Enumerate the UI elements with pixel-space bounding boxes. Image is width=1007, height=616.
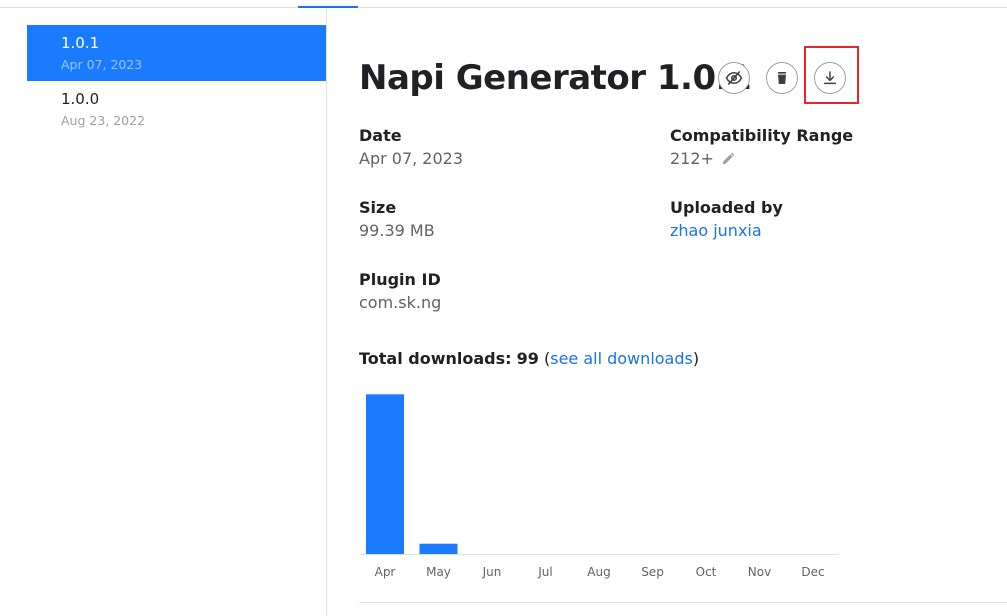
uploaded-by-label: Uploaded by bbox=[670, 198, 783, 217]
plugin-id-label: Plugin ID bbox=[359, 270, 441, 289]
version-sidebar: 1.0.1 Apr 07, 2023 1.0.0 Aug 23, 2022 bbox=[0, 8, 327, 616]
page-title: Napi Generator 1.0.1 bbox=[359, 58, 752, 98]
version-number: 1.0.1 bbox=[61, 34, 100, 52]
chart-bar-apr[interactable] bbox=[366, 394, 404, 554]
chart-tick-label-may: May bbox=[426, 565, 451, 579]
compatibility-range-value: 212+ bbox=[670, 149, 714, 168]
version-item-1-0-1[interactable]: 1.0.1 Apr 07, 2023 bbox=[27, 25, 326, 81]
downloads-bar-chart: Apr May Jun Jul Aug Sep Oct Nov Dec bbox=[359, 394, 839, 579]
chart-tick-label-oct: Oct bbox=[696, 565, 717, 579]
date-value: Apr 07, 2023 bbox=[359, 149, 464, 168]
chart-tick-label-jun: Jun bbox=[482, 565, 502, 579]
trash-icon bbox=[778, 72, 786, 84]
chart-tick-label-jul: Jul bbox=[537, 565, 552, 579]
bottom-divider bbox=[359, 602, 1007, 603]
chart-tick-label-apr: Apr bbox=[375, 565, 396, 579]
uploader-link[interactable]: zhao junxia bbox=[670, 221, 762, 240]
version-detail-panel: Napi Generator 1.0.1 Date Apr 07, 2023 C… bbox=[359, 0, 1007, 616]
close-paren: ) bbox=[692, 349, 700, 368]
version-date: Aug 23, 2022 bbox=[61, 113, 146, 128]
version-number: 1.0.0 bbox=[61, 90, 100, 108]
chart-tick-label-aug: Aug bbox=[587, 565, 610, 579]
edit-pencil-icon[interactable] bbox=[720, 151, 736, 167]
hide-button[interactable] bbox=[718, 62, 750, 94]
see-all-downloads-link[interactable]: see all downloads bbox=[550, 349, 693, 368]
version-date: Apr 07, 2023 bbox=[61, 57, 143, 72]
compatibility-range-label: Compatibility Range bbox=[670, 126, 854, 145]
size-label: Size bbox=[359, 198, 397, 217]
eye-off-icon bbox=[725, 71, 743, 85]
chart-tick-label-dec: Dec bbox=[801, 565, 824, 579]
chart-tick-label-nov: Nov bbox=[748, 565, 771, 579]
chart-tick-label-sep: Sep bbox=[641, 565, 664, 579]
size-value: 99.39 MB bbox=[359, 221, 435, 240]
total-downloads-count: 99 bbox=[516, 349, 539, 368]
total-downloads: Total downloads: 99 (see all downloads) bbox=[359, 349, 699, 368]
date-label: Date bbox=[359, 126, 402, 145]
version-item-1-0-0[interactable]: 1.0.0 Aug 23, 2022 bbox=[27, 81, 326, 137]
total-downloads-label: Total downloads: bbox=[359, 349, 512, 368]
plugin-id-value: com.sk.ng bbox=[359, 293, 442, 312]
download-highlight-box bbox=[804, 46, 859, 104]
delete-button[interactable] bbox=[766, 62, 798, 94]
chart-bar-may[interactable] bbox=[419, 543, 458, 554]
